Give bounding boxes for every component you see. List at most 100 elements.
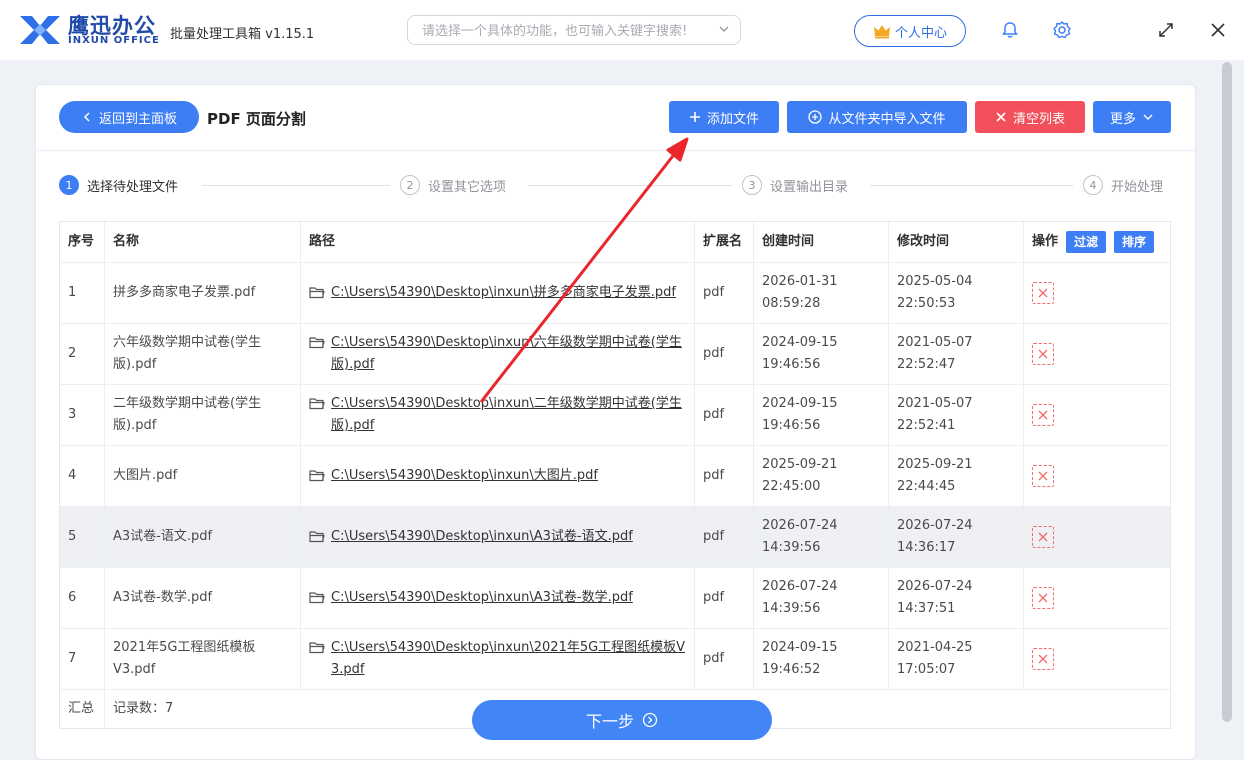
cell-ops <box>1024 385 1170 445</box>
close-window-icon[interactable] <box>1208 20 1228 40</box>
table-row[interactable]: 2 六年级数学期中试卷(学生版).pdf C:\Users\54390\Deskto… <box>60 324 1170 385</box>
cell-created-text: 2024-09-15 19:46:56 <box>762 396 838 433</box>
delete-row-button[interactable] <box>1032 648 1054 670</box>
filter-button[interactable]: 过滤 <box>1066 231 1107 253</box>
step-output-dir: 3 设置输出目录 <box>742 174 848 196</box>
cell-modified-text: 2026-07-24 14:36:17 <box>897 518 973 555</box>
table-row[interactable]: 3 二年级数学期中试卷(学生版).pdf C:\Users\54390\Deskto… <box>60 385 1170 446</box>
cell-modified: 2026-07-24 14:36:17 <box>889 507 1024 567</box>
user-center-button[interactable]: 个人中心 <box>854 15 966 47</box>
chevron-down-icon[interactable] <box>718 22 730 36</box>
delete-row-button[interactable] <box>1032 465 1054 487</box>
folder-icon <box>309 398 325 410</box>
cell-name: A3试卷-数学.pdf <box>105 568 301 628</box>
cell-modified-text: 2021-05-07 22:52:41 <box>897 396 973 433</box>
folder-icon <box>309 470 325 482</box>
path-text[interactable]: C:\Users\54390\Desktop\inxun\拼多多商家电子发票.p… <box>331 282 676 304</box>
cell-created-text: 2024-09-15 19:46:52 <box>762 640 838 677</box>
cell-name: 2021年5G工程图纸模板V3.pdf <box>105 629 301 689</box>
cell-path[interactable]: C:\Users\54390\Desktop\inxun\六年级数学期中试卷(学… <box>301 324 695 384</box>
path-link[interactable]: C:\Users\54390\Desktop\inxun\大图片.pdf <box>309 465 598 487</box>
cell-name: 六年级数学期中试卷(学生版).pdf <box>105 324 301 384</box>
inxun-logo-icon <box>20 16 60 44</box>
path-link[interactable]: C:\Users\54390\Desktop\inxun\二年级数学期中试卷(学… <box>309 393 686 437</box>
step-label: 设置输出目录 <box>770 179 849 195</box>
cell-created: 2026-07-24 14:39:56 <box>754 507 889 567</box>
table-row[interactable]: 6 A3试卷-数学.pdf C:\Users\54390\Desktop\inxun… <box>60 568 1170 629</box>
more-label: 更多 <box>1109 111 1136 127</box>
path-text[interactable]: C:\Users\54390\Desktop\inxun\六年级数学期中试卷(学… <box>331 332 686 376</box>
cell-ops <box>1024 629 1170 689</box>
cell-path[interactable]: C:\Users\54390\Desktop\inxun\大图片.pdf <box>301 446 695 506</box>
cell-path[interactable]: C:\Users\54390\Desktop\inxun\二年级数学期中试卷(学… <box>301 385 695 445</box>
step-number: 3 <box>742 175 762 195</box>
cell-index: 7 <box>60 629 105 689</box>
sort-button[interactable]: 排序 <box>1114 231 1155 253</box>
circle-arrow-right-icon <box>642 712 658 728</box>
delete-row-button[interactable] <box>1032 587 1054 609</box>
delete-row-button[interactable] <box>1032 404 1054 426</box>
cell-ext-text: pdf <box>703 529 725 544</box>
cell-modified: 2021-05-07 22:52:47 <box>889 324 1024 384</box>
path-link[interactable]: C:\Users\54390\Desktop\inxun\六年级数学期中试卷(学… <box>309 332 686 376</box>
delete-row-button[interactable] <box>1032 282 1054 304</box>
cell-name-text: 2021年5G工程图纸模板V3.pdf <box>113 640 256 677</box>
clear-list-label: 清空列表 <box>1012 111 1065 127</box>
next-step-label: 下一步 <box>585 712 634 731</box>
more-button[interactable]: 更多 <box>1093 101 1171 133</box>
table-row[interactable]: 4 大图片.pdf C:\Users\54390\Desktop\inxun\大图片… <box>60 446 1170 507</box>
header-index: 序号 <box>60 222 105 262</box>
next-step-button[interactable]: 下一步 <box>472 700 772 740</box>
path-link[interactable]: C:\Users\54390\Desktop\inxun\2021年5G工程图纸… <box>309 637 686 681</box>
step-connector <box>528 185 732 186</box>
add-file-label: 添加文件 <box>706 111 759 127</box>
bell-icon[interactable] <box>1000 20 1020 40</box>
step-other-options: 2 设置其它选项 <box>400 174 506 196</box>
cell-path[interactable]: C:\Users\54390\Desktop\inxun\2021年5G工程图纸… <box>301 629 695 689</box>
path-text[interactable]: C:\Users\54390\Desktop\inxun\A3试卷-数学.pdf <box>331 587 633 609</box>
cell-path[interactable]: C:\Users\54390\Desktop\inxun\A3试卷-数学.pdf <box>301 568 695 628</box>
path-text[interactable]: C:\Users\54390\Desktop\inxun\大图片.pdf <box>331 465 598 487</box>
cell-ops <box>1024 263 1170 323</box>
step-number: 2 <box>400 175 420 195</box>
back-to-home-button[interactable]: 返回到主面板 <box>59 101 199 133</box>
path-text[interactable]: C:\Users\54390\Desktop\inxun\A3试卷-语文.pdf <box>331 526 633 548</box>
cell-ext: pdf <box>695 324 754 384</box>
cell-modified: 2026-07-24 14:37:51 <box>889 568 1024 628</box>
import-folder-button[interactable]: 从文件夹中导入文件 <box>787 101 967 133</box>
search-box[interactable] <box>407 15 741 45</box>
gear-icon[interactable] <box>1052 20 1072 40</box>
cell-name-text: A3试卷-语文.pdf <box>113 529 213 544</box>
maximize-icon[interactable] <box>1156 20 1176 40</box>
add-file-button[interactable]: 添加文件 <box>669 101 779 133</box>
cell-path[interactable]: C:\Users\54390\Desktop\inxun\A3试卷-语文.pdf <box>301 507 695 567</box>
clear-list-button[interactable]: 清空列表 <box>975 101 1085 133</box>
cell-index-text: 3 <box>68 407 77 422</box>
cell-name-text: A3试卷-数学.pdf <box>113 590 213 605</box>
folder-icon <box>309 592 325 604</box>
chevron-left-icon <box>83 112 90 122</box>
cell-created: 2024-09-15 19:46:56 <box>754 324 889 384</box>
table-row[interactable]: 5 A3试卷-语文.pdf C:\Users\54390\Desktop\inxun… <box>60 507 1170 568</box>
path-link[interactable]: C:\Users\54390\Desktop\inxun\A3试卷-语文.pdf <box>309 526 633 548</box>
scrollbar-thumb[interactable] <box>1222 62 1232 722</box>
cell-path[interactable]: C:\Users\54390\Desktop\inxun\拼多多商家电子发票.p… <box>301 263 695 323</box>
cell-modified: 2025-09-21 22:44:45 <box>889 446 1024 506</box>
folder-icon <box>309 531 325 543</box>
delete-row-button[interactable] <box>1032 526 1054 548</box>
delete-row-button[interactable] <box>1032 343 1054 365</box>
path-text[interactable]: C:\Users\54390\Desktop\inxun\二年级数学期中试卷(学… <box>331 393 686 437</box>
search-input[interactable] <box>420 21 714 41</box>
cell-created-text: 2025-09-21 22:45:00 <box>762 457 838 494</box>
cell-ext-text: pdf <box>703 407 725 422</box>
table-row[interactable]: 7 2021年5G工程图纸模板V3.pdf C:\Users\54390\Deskt… <box>60 629 1170 690</box>
cell-modified: 2025-05-04 22:50:53 <box>889 263 1024 323</box>
path-link[interactable]: C:\Users\54390\Desktop\inxun\A3试卷-数学.pdf <box>309 587 633 609</box>
step-label: 开始处理 <box>1111 179 1164 195</box>
table-row[interactable]: 1 拼多多商家电子发票.pdf C:\Users\54390\Desktop\inx… <box>60 263 1170 324</box>
plus-icon <box>689 112 700 122</box>
path-link[interactable]: C:\Users\54390\Desktop\inxun\拼多多商家电子发票.p… <box>309 282 676 304</box>
cell-ext: pdf <box>695 385 754 445</box>
chevron-down-icon <box>1143 114 1153 120</box>
path-text[interactable]: C:\Users\54390\Desktop\inxun\2021年5G工程图纸… <box>331 637 686 681</box>
